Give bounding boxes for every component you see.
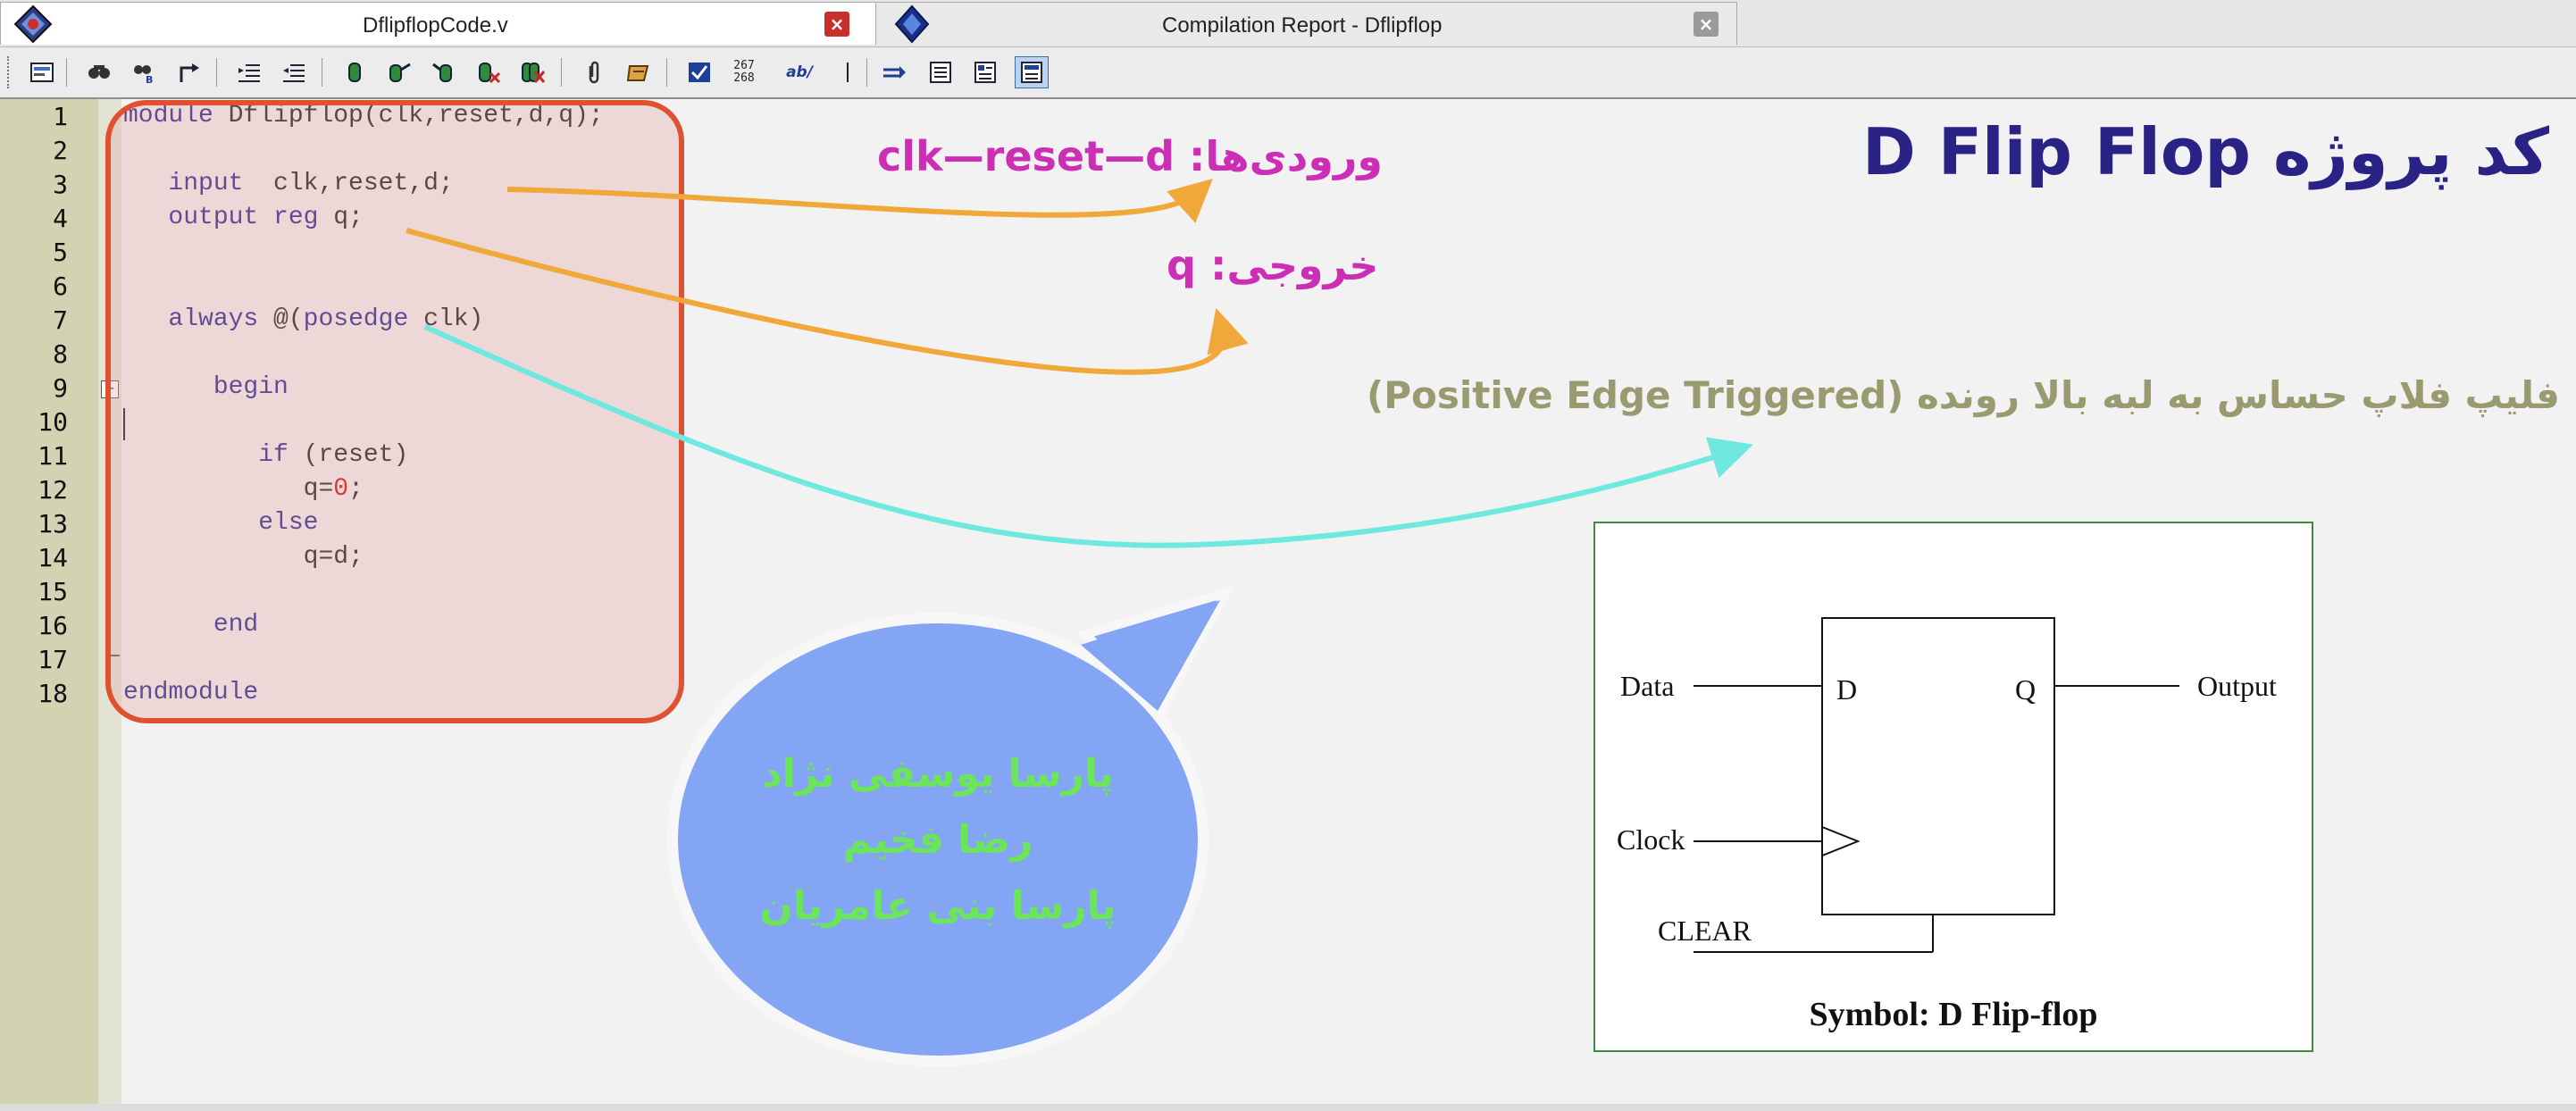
clear-input-label: CLEAR bbox=[1658, 915, 1752, 947]
line-number: 1 bbox=[53, 102, 68, 131]
d-pin-label: D bbox=[1836, 673, 1858, 706]
insert-template-icon[interactable] bbox=[25, 56, 59, 88]
indent-icon[interactable] bbox=[232, 56, 266, 88]
data-input-label: Data bbox=[1620, 670, 1675, 702]
line-number: 12 bbox=[38, 475, 68, 505]
toolbar-grip[interactable] bbox=[7, 56, 13, 88]
next-bookmark-icon[interactable] bbox=[382, 56, 416, 88]
check-icon[interactable] bbox=[682, 56, 716, 88]
svg-text:B: B bbox=[146, 74, 153, 84]
attach-icon[interactable] bbox=[577, 56, 611, 88]
line-number: 16 bbox=[38, 611, 68, 640]
edge-annotation: فلیپ فلاپ حساس به لبه بالا رونده (Positi… bbox=[1367, 373, 2560, 417]
flipflop-symbol-drawing bbox=[1694, 617, 2179, 953]
editor-toolbar: B 267 268 ab/ bbox=[0, 47, 2576, 99]
author-name: رضا فخیم bbox=[842, 817, 1033, 863]
code-highlight-box bbox=[105, 100, 684, 723]
find-replace-icon[interactable]: B bbox=[127, 56, 161, 88]
tab-compilation-report[interactable]: Compilation Report - Dflipflop × bbox=[875, 2, 1737, 45]
symbol-caption: Symbol: D Flip-flop bbox=[1809, 996, 2098, 1033]
bookmark-icon[interactable] bbox=[338, 56, 372, 88]
inputs-annotation: ورودی‌ها: clk—reset—d bbox=[877, 132, 1384, 180]
tab-bar: DflipflopCode.v × Compilation Report - D… bbox=[0, 0, 2576, 47]
prev-bookmark-icon[interactable] bbox=[427, 56, 461, 88]
quartus-app-icon bbox=[13, 4, 53, 44]
slide-title: کد پروژه D Flip Flop bbox=[1862, 114, 2549, 189]
author-name: پارسا بنی عامریان bbox=[759, 883, 1117, 929]
output-label: Output bbox=[2197, 670, 2277, 702]
flipflop-symbol-diagram: Data D Q Output Clock CLEAR Symbol: D Fl… bbox=[1593, 522, 2313, 1052]
view-detail-icon[interactable] bbox=[968, 56, 1002, 88]
tab-title: DflipflopCode.v bbox=[363, 13, 508, 38]
find-icon[interactable] bbox=[82, 56, 116, 88]
line-number: 2 bbox=[53, 136, 68, 165]
line-number: 13 bbox=[38, 509, 68, 539]
line-number: 15 bbox=[38, 577, 68, 606]
clear-bookmark-icon[interactable] bbox=[472, 56, 506, 88]
close-icon[interactable]: × bbox=[824, 12, 849, 37]
view-active-icon[interactable] bbox=[1015, 56, 1049, 88]
arrow-right-icon[interactable] bbox=[877, 56, 911, 88]
clock-input-label: Clock bbox=[1617, 823, 1685, 856]
line-number: 9 bbox=[53, 373, 68, 403]
q-pin-label: Q bbox=[2015, 673, 2037, 706]
cursor-icon[interactable] bbox=[831, 56, 865, 88]
output-annotation: خروجی: q bbox=[1167, 241, 1379, 289]
tab-code-file[interactable]: DflipflopCode.v × bbox=[0, 2, 893, 45]
line-number: 7 bbox=[53, 305, 68, 335]
line-number: 5 bbox=[53, 238, 68, 267]
author-name: پارسا یوسفی نژاد bbox=[762, 751, 1114, 797]
authors-text: پارسا یوسفی نژاد رضا فخیم پارسا بنی عامر… bbox=[675, 741, 1200, 940]
line-number: 11 bbox=[38, 441, 68, 471]
comment-icon[interactable] bbox=[622, 56, 656, 88]
line-number: 6 bbox=[53, 271, 68, 301]
line-number: 14 bbox=[38, 543, 68, 572]
tab-title: Compilation Report - Dflipflop bbox=[1162, 13, 1443, 38]
unindent-icon[interactable] bbox=[277, 56, 311, 88]
clear-all-bookmarks-icon[interactable] bbox=[516, 56, 550, 88]
line-number: 10 bbox=[38, 407, 68, 437]
line-number: 3 bbox=[53, 170, 68, 199]
close-icon[interactable]: × bbox=[1694, 12, 1719, 37]
line-number: 18 bbox=[38, 679, 68, 708]
status-strip bbox=[0, 1104, 2576, 1111]
report-icon bbox=[892, 4, 932, 44]
line-number: 17 bbox=[38, 645, 68, 674]
replace-text-icon[interactable]: ab/ bbox=[782, 56, 816, 88]
goto-icon[interactable] bbox=[171, 56, 205, 88]
view-list-icon[interactable] bbox=[924, 56, 958, 88]
line-number: 8 bbox=[53, 339, 68, 369]
line-numbers-icon[interactable]: 267 268 bbox=[727, 56, 761, 88]
line-number: 4 bbox=[53, 204, 68, 233]
